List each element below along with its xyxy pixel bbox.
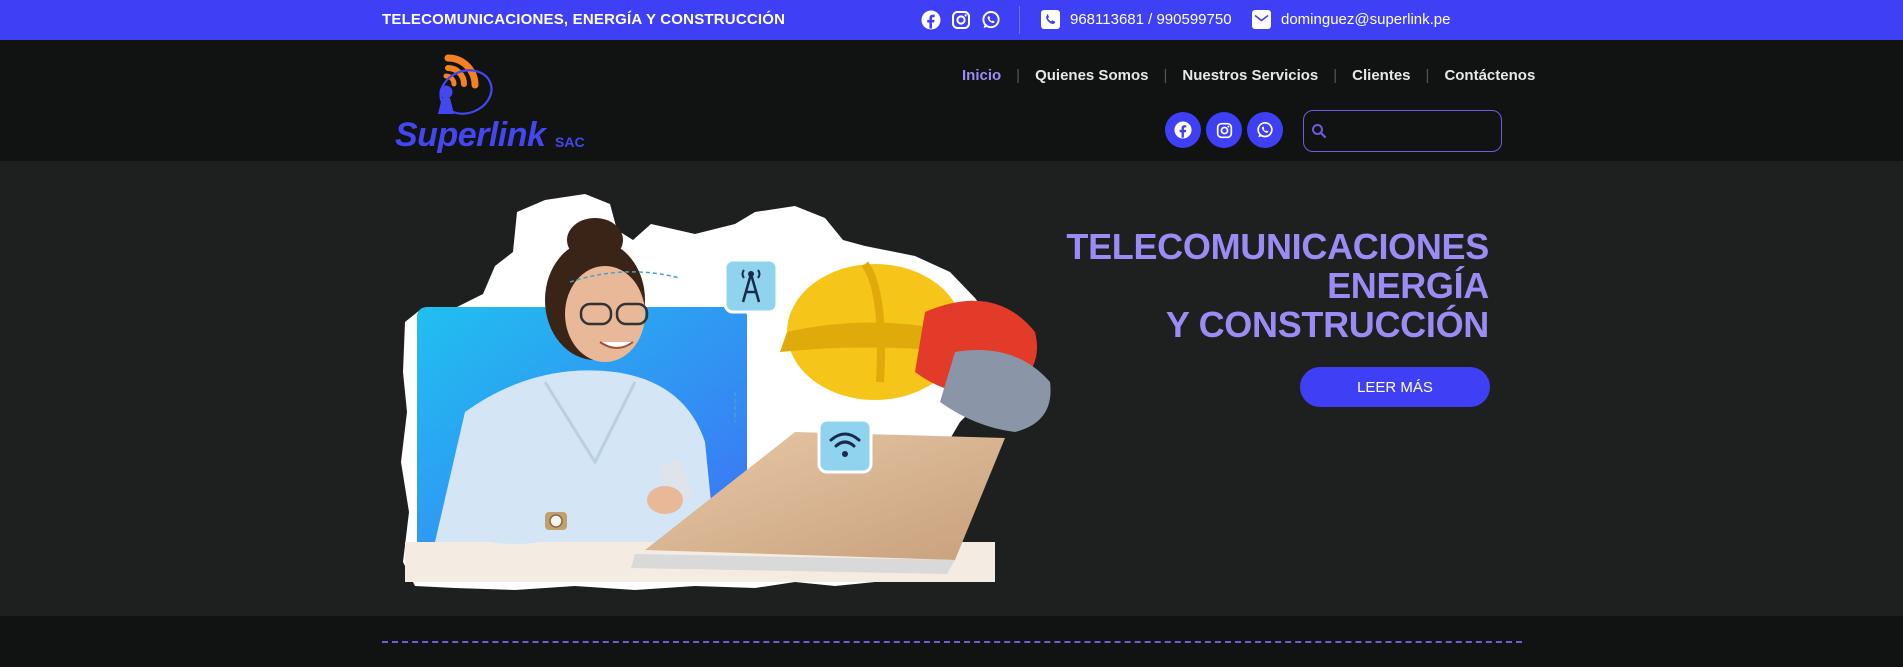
instagram-icon[interactable]	[1206, 112, 1242, 148]
top-bar-social	[921, 10, 1001, 30]
top-bar-tagline: TELECOMUNICACIONES, ENERGÍA Y CONSTRUCCI…	[382, 11, 786, 28]
nav-item-contactenos[interactable]: Contáctenos	[1444, 67, 1535, 84]
phone-icon	[1041, 10, 1060, 29]
leer-mas-button[interactable]: LEER MÁS	[1300, 367, 1490, 407]
search-box[interactable]	[1303, 110, 1502, 152]
hero-title-line: TELECOMUNICACIONES	[1066, 226, 1489, 267]
logo[interactable]: Superlink SAC	[394, 54, 594, 154]
site-header: Superlink SAC Inicio | Quienes Somos | N…	[0, 40, 1903, 161]
instagram-icon[interactable]	[951, 10, 971, 30]
nav-item-inicio[interactable]: Inicio	[962, 67, 1001, 84]
section-divider-strip	[0, 616, 1903, 667]
header-social	[1165, 112, 1283, 148]
top-bar-email[interactable]: dominguez@superlink.pe	[1252, 10, 1451, 29]
nav-separator: |	[1425, 67, 1430, 84]
hero-image	[395, 182, 1065, 600]
hero-section: TELECOMUNICACIONES ENERGÍA Y CONSTRUCCIÓ…	[0, 161, 1903, 616]
logo-suffix: SAC	[555, 134, 585, 150]
top-bar-divider	[1019, 6, 1020, 34]
envelope-icon	[1252, 10, 1271, 29]
nav-item-clientes[interactable]: Clientes	[1352, 67, 1410, 84]
nav-item-nuestros-servicios[interactable]: Nuestros Servicios	[1182, 67, 1318, 84]
logo-wordmark: Superlink	[395, 116, 546, 154]
top-bar: TELECOMUNICACIONES, ENERGÍA Y CONSTRUCCI…	[0, 0, 1903, 40]
dashed-divider	[382, 641, 1522, 643]
facebook-icon[interactable]	[1165, 112, 1201, 148]
nav-separator: |	[1333, 67, 1338, 84]
hero-title-line: ENERGÍA	[1327, 265, 1489, 306]
nav-item-quienes-somos[interactable]: Quienes Somos	[1035, 67, 1148, 84]
antenna-icon	[723, 258, 779, 314]
logo-signal-icon	[438, 54, 493, 115]
hero-title-line: Y CONSTRUCCIÓN	[1165, 304, 1489, 345]
top-bar-phone[interactable]: 968113681 / 990599750	[1041, 10, 1232, 29]
nav-separator: |	[1163, 67, 1168, 84]
email-address: dominguez@superlink.pe	[1281, 11, 1451, 28]
phone-number: 968113681 / 990599750	[1070, 11, 1232, 28]
search-input[interactable]	[1330, 119, 1494, 145]
hero-title: TELECOMUNICACIONES ENERGÍA Y CONSTRUCCIÓ…	[1066, 227, 1489, 344]
wifi-icon	[817, 418, 873, 474]
main-nav: Inicio | Quienes Somos | Nuestros Servic…	[962, 67, 1535, 84]
whatsapp-icon[interactable]	[1247, 112, 1283, 148]
nav-separator: |	[1016, 67, 1021, 84]
search-icon	[1311, 123, 1327, 144]
facebook-icon[interactable]	[921, 10, 941, 30]
whatsapp-icon[interactable]	[981, 10, 1001, 30]
